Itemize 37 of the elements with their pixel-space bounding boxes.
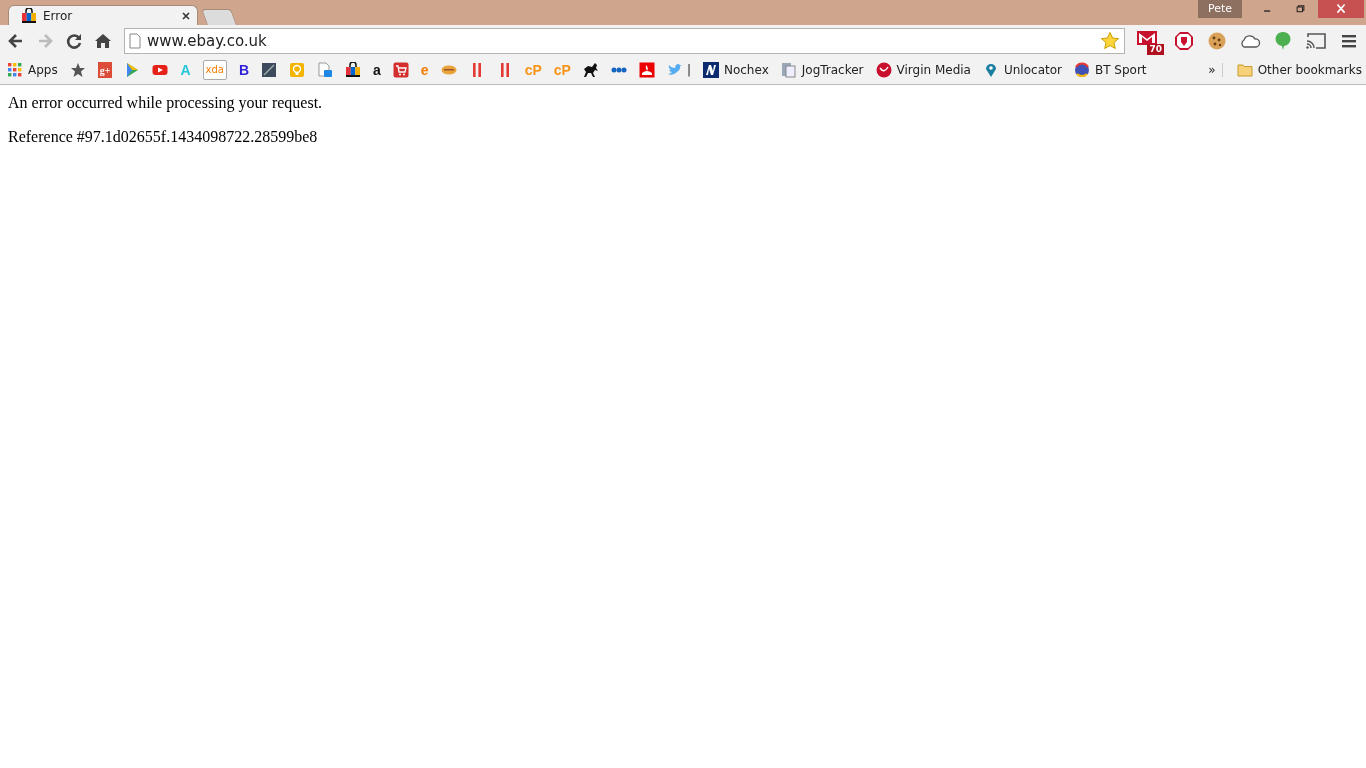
url-text: www.ebay.co.uk (147, 31, 268, 50)
reference-text: Reference #97.1d02655f.1434098722.28599be8 (8, 128, 318, 146)
other-bookmarks-folder[interactable]: Other bookmarks (1236, 62, 1362, 78)
separator-text: | (686, 63, 691, 77)
bookmark-link[interactable]: Virgin Media (875, 62, 971, 78)
profile-button[interactable]: Pete (1197, 0, 1242, 18)
bookmark-letter-icon[interactable]: a (373, 62, 381, 78)
overflow-chevron[interactable]: » (1202, 63, 1223, 77)
pages-icon (780, 62, 797, 78)
cart-icon[interactable] (392, 62, 409, 78)
bookmark-tile-icon[interactable]: g+ (97, 62, 113, 78)
shopping-bag-icon[interactable] (345, 62, 362, 78)
page-icon (129, 32, 141, 49)
cookie-icon[interactable] (1206, 30, 1228, 51)
flame-icon[interactable] (638, 62, 655, 78)
apps-bookmark[interactable]: Apps (7, 62, 58, 78)
video-icon[interactable] (152, 62, 169, 78)
close-icon[interactable] (181, 10, 191, 21)
shopping-bag-icon (21, 7, 37, 24)
bookmark-link[interactable]: Unlocator (982, 62, 1062, 78)
bookmark-link[interactable]: JogTracker (780, 62, 864, 78)
bookmark-star-icon[interactable] (1100, 30, 1120, 51)
document-icon[interactable] (317, 62, 334, 78)
tab-title: Error (43, 8, 74, 23)
folder-icon (1236, 62, 1253, 78)
star-icon[interactable] (69, 62, 86, 78)
bookmark-letter-icon[interactable]: B (238, 62, 250, 78)
browser-tab[interactable]: Error (8, 5, 198, 25)
error-message: An error occurred while processing your request. (8, 94, 323, 112)
cast-icon[interactable] (1305, 30, 1327, 51)
address-bar[interactable]: www.ebay.co.uk (124, 27, 1125, 54)
mail-extension-button[interactable]: 70 (1136, 28, 1162, 53)
horse-icon[interactable] (582, 62, 599, 78)
bookmark-link[interactable]: Nochex (702, 62, 769, 78)
bookmark-link[interactable]: BT Sport (1073, 62, 1147, 78)
image-icon[interactable] (261, 62, 278, 78)
apps-grid-icon (7, 62, 23, 78)
